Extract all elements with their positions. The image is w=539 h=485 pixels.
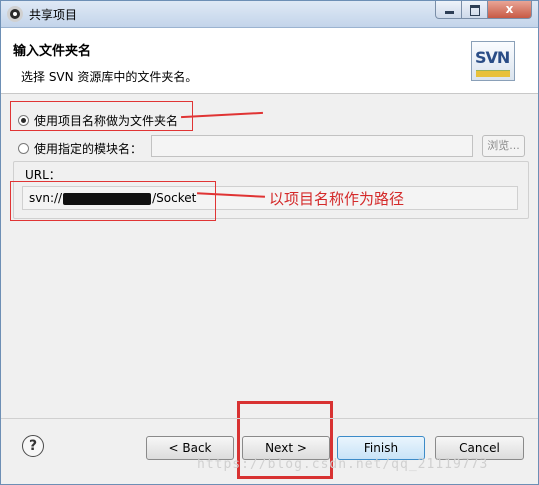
share-project-dialog: 共享项目 x 输入文件夹名 选择 SVN 资源库中的文件夹名。 SVN 使用项目… — [0, 0, 539, 485]
watermark: https://blog.csdn.net/qq_21119773 — [197, 457, 489, 472]
window-title: 共享项目 — [29, 8, 78, 22]
wizard-description: 选择 SVN 资源库中的文件夹名。 — [21, 70, 198, 84]
footer-divider — [1, 418, 538, 419]
wizard-title: 输入文件夹名 — [13, 44, 92, 59]
eclipse-icon — [7, 6, 23, 22]
wizard-header: 输入文件夹名 选择 SVN 资源库中的文件夹名。 SVN — [1, 28, 538, 94]
use-specified-module-option[interactable]: 使用指定的模块名： — [18, 140, 142, 157]
annotation-box-option — [10, 101, 193, 131]
svn-logo-icon: SVN — [471, 41, 515, 81]
help-icon[interactable]: ? — [22, 435, 44, 457]
annotation-text: 以项目名称作为路径 — [269, 190, 405, 208]
minimize-button[interactable] — [435, 1, 462, 19]
module-name-input[interactable] — [151, 135, 473, 157]
annotation-box-url — [10, 181, 216, 221]
svn-logo-text: SVN — [475, 48, 510, 67]
browse-button[interactable]: 浏览... — [482, 135, 525, 157]
maximize-button[interactable] — [462, 1, 488, 19]
window-controls: x — [435, 1, 532, 19]
close-button[interactable]: x — [488, 1, 532, 19]
title-bar[interactable]: 共享项目 x — [1, 1, 538, 28]
svn-logo-bar — [476, 70, 510, 77]
use-specified-module-radio[interactable] — [18, 143, 29, 154]
use-specified-module-label: 使用指定的模块名： — [34, 142, 143, 156]
annotation-arrow-option — [181, 111, 263, 119]
